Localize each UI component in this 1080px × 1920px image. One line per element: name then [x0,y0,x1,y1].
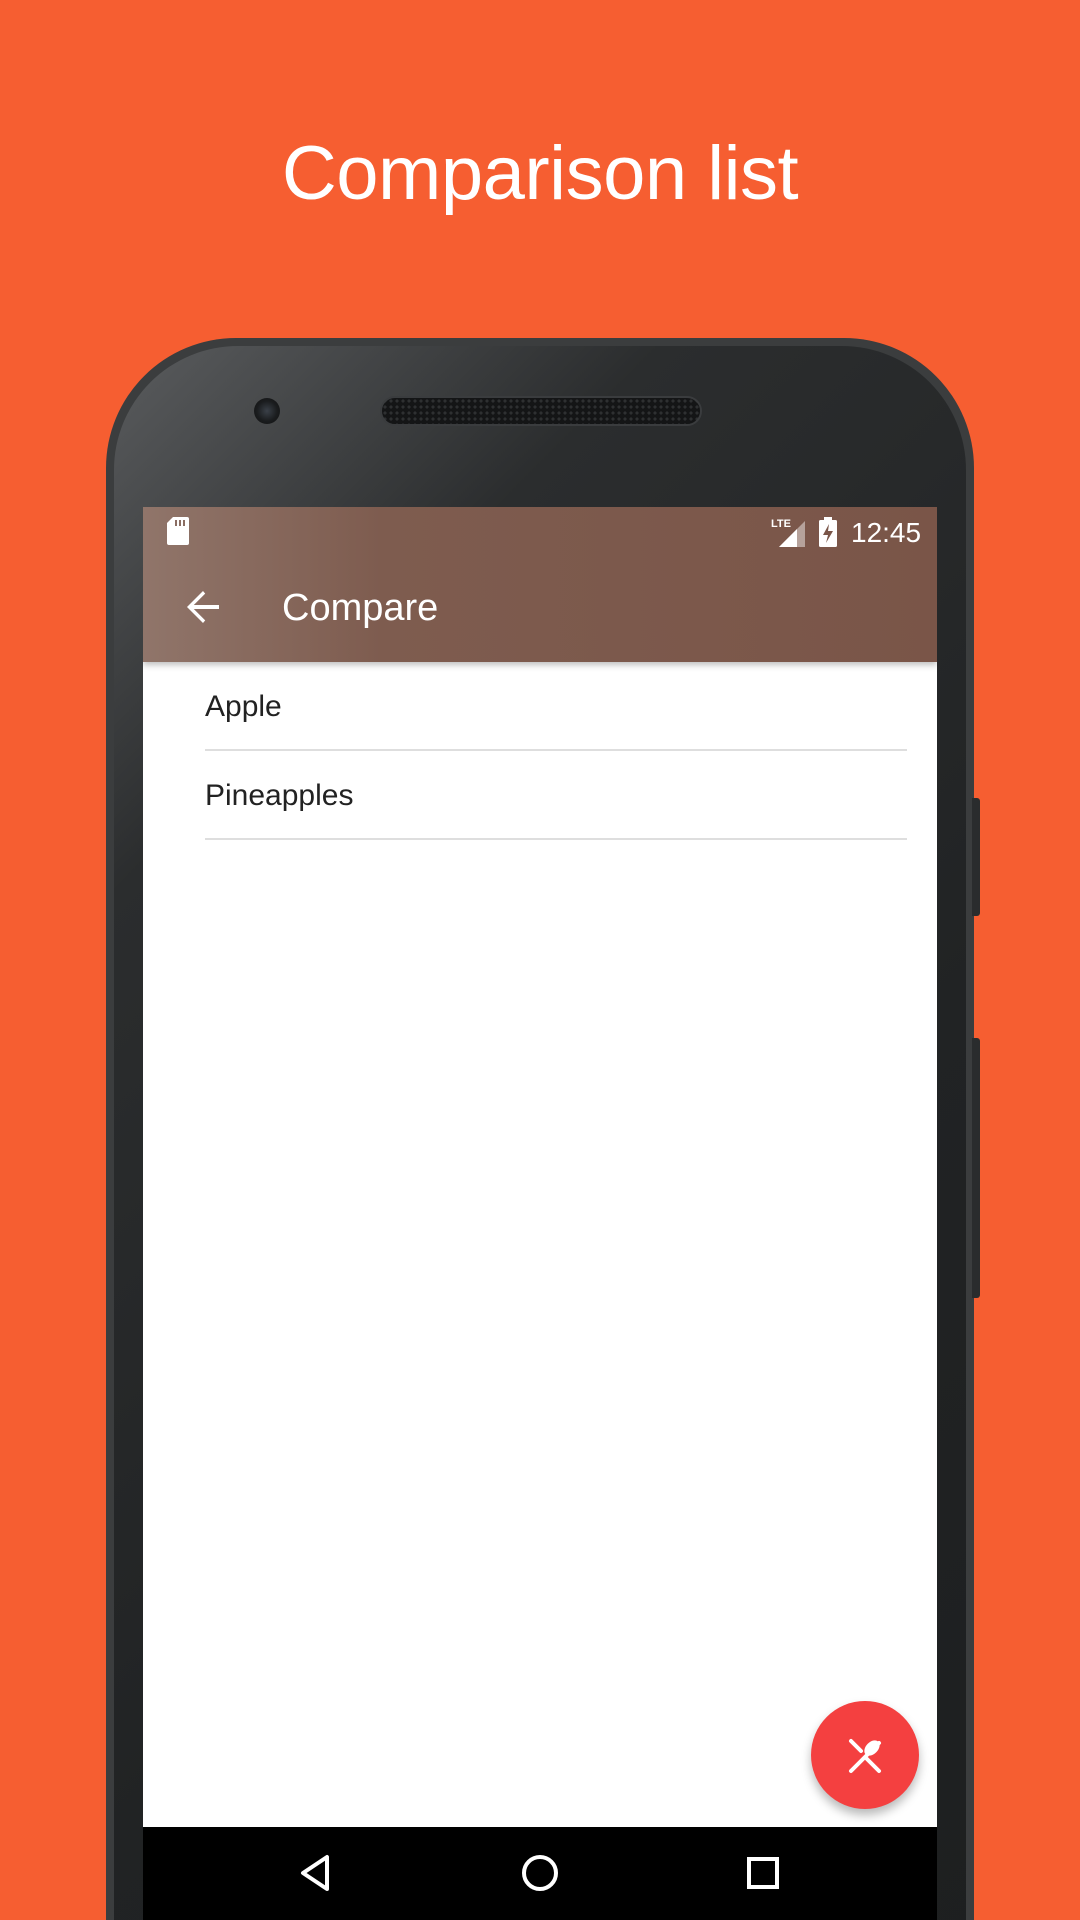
utensils-icon [849,1739,881,1773]
comparison-list: Apple Pineapples [143,662,937,840]
phone-side-button [972,798,980,916]
earpiece-speaker [380,396,702,426]
promo-headline: Comparison list [281,131,799,216]
sd-card-icon [167,517,189,545]
recents-square-icon[interactable] [739,1849,787,1897]
list-item-label: Pineapples [205,779,354,812]
page-title: Compare [282,587,439,629]
battery-charging-icon [819,517,837,547]
front-camera [254,398,280,424]
status-time: 12:45 [851,517,922,548]
phone-screen: LTE 12:45 Compare Apple Pineapples [143,507,937,1920]
arrow-back-icon[interactable] [179,583,227,631]
app-bar: LTE 12:45 Compare [143,507,937,662]
lte-label: LTE [771,518,791,530]
phone-volume-button [972,1038,980,1298]
system-nav-bar [143,1827,937,1920]
lte-signal-icon: LTE [771,518,805,547]
list-item[interactable]: Apple [205,662,907,751]
add-food-fab[interactable] [811,1701,919,1809]
list-item-label: Apple [205,690,282,723]
status-bar: LTE 12:45 [143,507,937,557]
back-triangle-icon[interactable] [293,1849,341,1897]
list-item[interactable]: Pineapples [205,751,907,840]
home-circle-icon[interactable] [516,1849,564,1897]
